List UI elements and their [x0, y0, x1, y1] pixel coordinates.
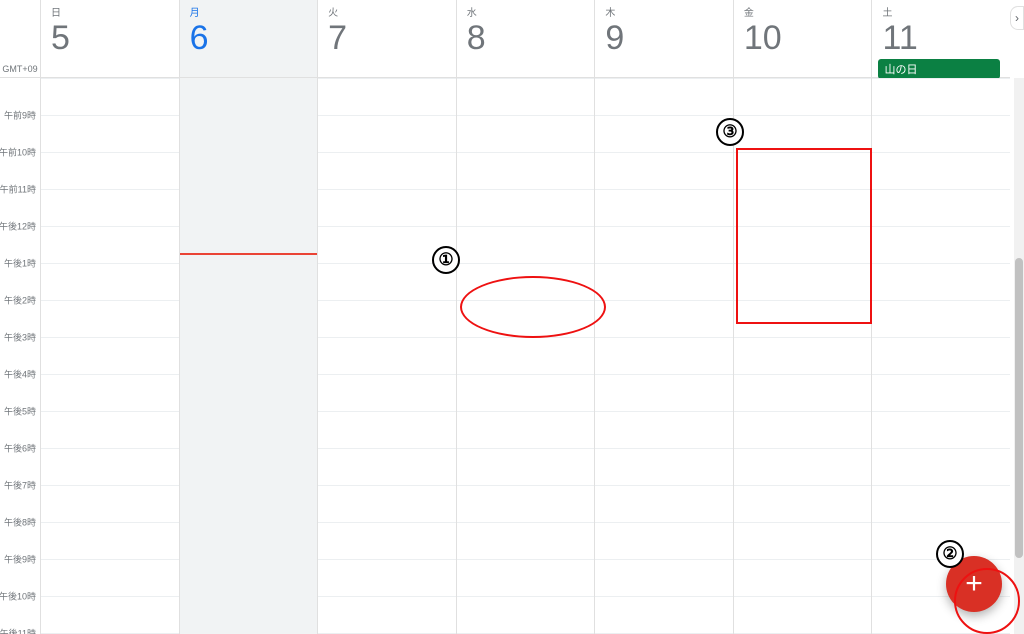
col-sat[interactable]: [871, 78, 1010, 634]
day-columns: [40, 78, 1010, 634]
day-of-week: 火: [328, 4, 456, 19]
hour-label: 午後11時: [0, 627, 36, 634]
calendar-week-view: GMT+09 日 5 月 6 火 7 水 8 木 9 金 10 土 11 山の日: [0, 0, 1024, 634]
day-header-thu[interactable]: 木 9: [594, 0, 733, 77]
hour-label: 午前10時: [0, 146, 36, 159]
day-number: 9: [605, 21, 624, 55]
day-number: 6: [190, 21, 209, 55]
grid-body: 午前9時午前10時午前11時午後12時午後1時午後2時午後3時午後4時午後5時午…: [0, 78, 1010, 634]
col-fri[interactable]: [733, 78, 872, 634]
scrollbar-thumb[interactable]: [1015, 258, 1023, 558]
hour-label: 午後8時: [4, 516, 36, 529]
hour-label: 午後4時: [4, 368, 36, 381]
hour-label: 午前9時: [4, 109, 36, 122]
time-gutter: 午前9時午前10時午前11時午後12時午後1時午後2時午後3時午後4時午後5時午…: [0, 78, 40, 634]
timezone-label: GMT+09: [0, 0, 40, 77]
expand-side-panel-button[interactable]: ›: [1010, 6, 1024, 30]
day-number: 10: [744, 21, 782, 55]
col-sun[interactable]: [40, 78, 179, 634]
day-header-tue[interactable]: 火 7: [317, 0, 456, 77]
hour-label: 午後3時: [4, 331, 36, 344]
day-header-wed[interactable]: 水 8: [456, 0, 595, 77]
hour-label: 午後6時: [4, 442, 36, 455]
now-indicator: [180, 253, 318, 255]
col-tue[interactable]: [317, 78, 456, 634]
day-header-sat[interactable]: 土 11 山の日: [871, 0, 1010, 77]
hour-label: 午後2時: [4, 294, 36, 307]
day-header-mon[interactable]: 月 6: [179, 0, 318, 77]
day-of-week: 土: [882, 4, 1010, 19]
day-header-row: GMT+09 日 5 月 6 火 7 水 8 木 9 金 10 土 11 山の日: [0, 0, 1010, 78]
day-of-week: 月: [190, 4, 318, 19]
hour-label: 午後10時: [0, 590, 36, 603]
day-number: 7: [328, 21, 347, 55]
hour-label: 午後12時: [0, 220, 36, 233]
create-event-fab[interactable]: +: [946, 556, 1002, 612]
day-of-week: 金: [744, 4, 872, 19]
hour-label: 午後5時: [4, 405, 36, 418]
scrollbar-track[interactable]: [1014, 78, 1024, 634]
hour-label: 午後7時: [4, 479, 36, 492]
holiday-chip[interactable]: 山の日: [878, 59, 1000, 79]
chevron-right-icon: ›: [1015, 11, 1019, 25]
hour-label: 午後9時: [4, 553, 36, 566]
day-number: 8: [467, 21, 486, 55]
day-of-week: 水: [467, 4, 595, 19]
day-number: 11: [882, 21, 917, 55]
col-thu[interactable]: [594, 78, 733, 634]
day-of-week: 木: [605, 4, 733, 19]
col-wed[interactable]: [456, 78, 595, 634]
day-number: 5: [51, 21, 70, 55]
hour-label: 午後1時: [4, 257, 36, 270]
plus-icon: +: [965, 567, 983, 601]
hour-label: 午前11時: [0, 183, 36, 196]
day-of-week: 日: [51, 4, 179, 19]
day-header-sun[interactable]: 日 5: [40, 0, 179, 77]
col-mon[interactable]: [179, 78, 318, 634]
day-header-fri[interactable]: 金 10: [733, 0, 872, 77]
